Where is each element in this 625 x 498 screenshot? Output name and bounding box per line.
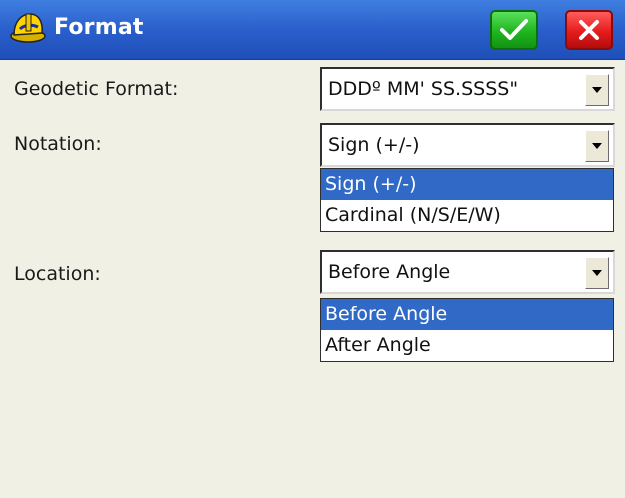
location-option-after[interactable]: After Angle (321, 330, 613, 361)
notation-dropdown[interactable]: Sign (+/-) (320, 123, 615, 167)
dropdown-arrow-button[interactable] (585, 130, 609, 162)
location-options-list: Before Angle After Angle (320, 298, 614, 362)
dropdown-arrow-button[interactable] (585, 74, 609, 106)
hardhat-icon (10, 13, 46, 43)
close-icon (579, 20, 599, 40)
dropdown-arrow-button[interactable] (585, 257, 609, 289)
location-option-before[interactable]: Before Angle (321, 299, 613, 330)
window-title: Format (54, 15, 144, 40)
close-button[interactable] (565, 10, 613, 50)
title-bar: Format (0, 0, 625, 60)
location-value: Before Angle (328, 261, 451, 283)
chevron-down-icon (592, 270, 602, 276)
geodetic-format-label: Geodetic Format: (14, 78, 179, 100)
notation-option-sign[interactable]: Sign (+/-) (321, 169, 613, 200)
checkmark-icon (500, 19, 528, 40)
notation-options-list: Sign (+/-) Cardinal (N/S/E/W) (320, 168, 614, 232)
notation-label: Notation: (14, 133, 102, 155)
notation-value: Sign (+/-) (328, 134, 420, 156)
geodetic-format-dropdown[interactable]: DDDº MM' SS.SSSS" (320, 67, 615, 111)
location-dropdown[interactable]: Before Angle (320, 250, 615, 294)
chevron-down-icon (592, 87, 602, 93)
chevron-down-icon (592, 143, 602, 149)
geodetic-format-value: DDDº MM' SS.SSSS" (328, 78, 519, 100)
location-label: Location: (14, 263, 101, 285)
ok-button[interactable] (490, 10, 538, 50)
notation-option-cardinal[interactable]: Cardinal (N/S/E/W) (321, 200, 613, 231)
